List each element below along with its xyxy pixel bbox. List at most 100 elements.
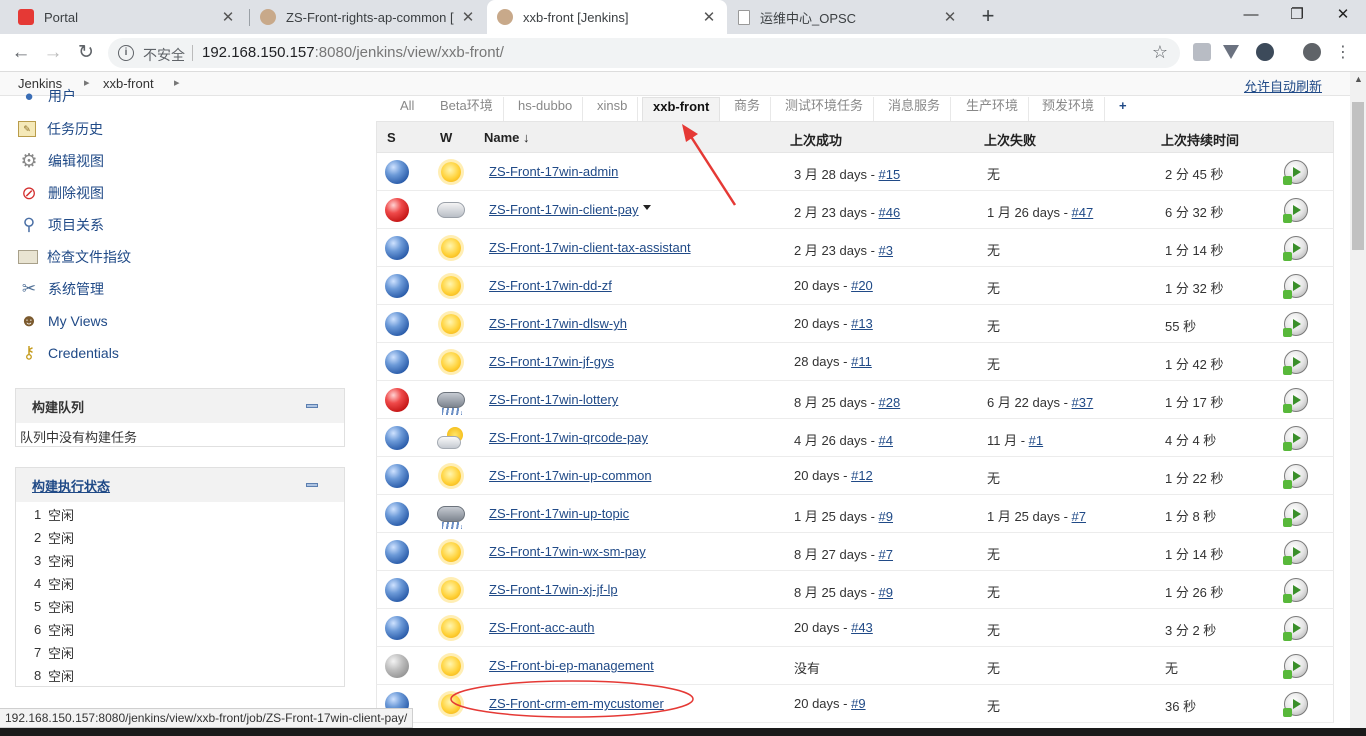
page-scrollbar[interactable]: ▲ (1350, 72, 1366, 736)
minimize-button[interactable]: — (1228, 0, 1274, 30)
browser-tab-opsc[interactable]: 运维中心_OPSC ✕ (728, 0, 968, 34)
collapse-icon[interactable] (306, 404, 318, 408)
build-status-blue-icon[interactable] (385, 350, 409, 374)
close-icon[interactable]: ✕ (460, 8, 476, 26)
job-name-link[interactable]: ZS-Front-17win-client-tax-assistant (489, 240, 691, 255)
build-status-grey-icon[interactable] (385, 654, 409, 678)
weather-cell[interactable] (435, 157, 467, 187)
browser-tab-portal[interactable]: Portal ✕ (8, 0, 246, 34)
sidebar-item-fingerprint[interactable]: 检查文件指纹 (18, 246, 131, 268)
build-status-blue-icon[interactable] (385, 464, 409, 488)
sidebar-item-edit-view[interactable]: ⚙ 编辑视图 (18, 150, 104, 172)
last-failure-build-link[interactable]: #47 (1072, 205, 1094, 220)
close-icon[interactable]: ✕ (701, 8, 717, 26)
weather-cell[interactable] (435, 651, 467, 681)
restore-button[interactable]: ❐ (1274, 0, 1320, 30)
column-header-weather[interactable]: W (440, 130, 452, 145)
browser-tab-rights-ap-common[interactable]: ZS-Front-rights-ap-common [ ✕ (250, 0, 486, 34)
scrollbar-thumb[interactable] (1352, 102, 1364, 250)
weather-cell[interactable] (435, 575, 467, 605)
last-success-build-link[interactable]: #15 (879, 167, 901, 182)
weather-cell[interactable] (435, 233, 467, 263)
collapse-icon[interactable] (306, 483, 318, 487)
profile-avatar-icon[interactable] (1303, 43, 1321, 61)
info-icon[interactable]: i (118, 45, 134, 61)
last-success-build-link[interactable]: #11 (851, 354, 872, 369)
sidebar-item-credentials[interactable]: ⚷ Credentials (18, 342, 119, 364)
last-success-build-link[interactable]: #4 (879, 433, 893, 448)
last-success-build-link[interactable]: #28 (879, 395, 901, 410)
column-header-status[interactable]: S (387, 130, 396, 145)
schedule-build-icon[interactable] (1283, 426, 1308, 451)
sidebar-item-manage-jenkins[interactable]: ✂ 系统管理 (18, 278, 104, 300)
weather-cell[interactable] (435, 613, 467, 643)
job-name-link[interactable]: ZS-Front-17win-dlsw-yh (489, 316, 627, 331)
close-icon[interactable]: ✕ (942, 8, 958, 26)
tab-xxb-front[interactable]: xxb-front (642, 97, 721, 121)
job-name-link[interactable]: ZS-Front-17win-client-pay (489, 202, 639, 217)
weather-cell[interactable] (435, 461, 467, 491)
sidebar-item-users[interactable]: ● 用户 (18, 85, 76, 107)
auto-refresh-link[interactable]: 允许自动刷新 (1244, 76, 1322, 95)
schedule-build-icon[interactable] (1283, 236, 1308, 261)
weather-cell[interactable] (435, 195, 467, 225)
schedule-build-icon[interactable] (1283, 350, 1308, 375)
last-success-build-link[interactable]: #43 (851, 620, 873, 635)
weather-cell[interactable] (435, 385, 467, 415)
job-name-link[interactable]: ZS-Front-17win-up-topic (489, 506, 629, 521)
job-name-link[interactable]: ZS-Front-acc-auth (489, 620, 594, 635)
sidebar-item-delete-view[interactable]: ⊘ 删除视图 (18, 182, 104, 204)
last-success-build-link[interactable]: #9 (879, 509, 893, 524)
build-status-red-icon[interactable] (385, 198, 409, 222)
job-name-link[interactable]: ZS-Front-17win-jf-gys (489, 354, 614, 369)
extension-face-icon[interactable] (1256, 43, 1274, 61)
last-failure-build-link[interactable]: #37 (1072, 395, 1094, 410)
weather-cell[interactable] (435, 271, 467, 301)
browser-tab-xxb-front[interactable]: xxb-front [Jenkins] ✕ (487, 0, 727, 34)
column-header-last-duration[interactable]: 上次持续时间 (1161, 130, 1239, 149)
close-window-button[interactable]: ✕ (1320, 0, 1366, 30)
last-success-build-link[interactable]: #13 (851, 316, 873, 331)
build-status-blue-icon[interactable] (385, 236, 409, 260)
job-name-link[interactable]: ZS-Front-17win-up-common (489, 468, 652, 483)
last-success-build-link[interactable]: #9 (879, 585, 893, 600)
job-name-link[interactable]: ZS-Front-17win-xj-jf-lp (489, 582, 618, 597)
close-icon[interactable]: ✕ (220, 8, 236, 26)
weather-cell[interactable] (435, 499, 467, 529)
build-status-red-icon[interactable] (385, 388, 409, 412)
schedule-build-icon[interactable] (1283, 540, 1308, 565)
scroll-up-icon[interactable]: ▲ (1354, 74, 1363, 84)
job-name-link[interactable]: ZS-Front-17win-qrcode-pay (489, 430, 648, 445)
address-bar[interactable]: i 不安全 192.168.150.157:8080/jenkins/view/… (108, 38, 1180, 68)
sidebar-item-build-history[interactable]: ✎ 任务历史 (18, 118, 103, 140)
tab-message-service[interactable]: 消息服务 (878, 97, 952, 121)
schedule-build-icon[interactable] (1283, 198, 1308, 223)
breadcrumb-arrow-icon[interactable]: ▸ (84, 76, 90, 89)
build-status-blue-icon[interactable] (385, 274, 409, 298)
build-status-blue-icon[interactable] (385, 578, 409, 602)
build-status-blue-icon[interactable] (385, 616, 409, 640)
tab-test-env[interactable]: 测试环境任务 (775, 97, 875, 121)
schedule-build-icon[interactable] (1283, 502, 1308, 527)
last-success-build-link[interactable]: #20 (851, 278, 873, 293)
column-header-last-failure[interactable]: 上次失败 (984, 130, 1036, 149)
tab-business[interactable]: 商务 (724, 97, 772, 121)
build-status-blue-icon[interactable] (385, 502, 409, 526)
menu-kebab-icon[interactable]: ⋮ (1331, 41, 1355, 65)
add-view-button[interactable]: + (1109, 97, 1137, 121)
sidebar-item-project-relationship[interactable]: ⚲ 项目关系 (18, 214, 104, 236)
back-button[interactable]: ← (9, 41, 33, 65)
last-success-build-link[interactable]: #3 (879, 243, 893, 258)
last-failure-build-link[interactable]: #7 (1072, 509, 1086, 524)
schedule-build-icon[interactable] (1283, 654, 1308, 679)
schedule-build-icon[interactable] (1283, 312, 1308, 337)
weather-cell[interactable] (435, 537, 467, 567)
job-name-link[interactable]: ZS-Front-bi-ep-management (489, 658, 654, 673)
schedule-build-icon[interactable] (1283, 388, 1308, 413)
tab-pre-release[interactable]: 预发环境 (1032, 97, 1106, 121)
build-status-blue-icon[interactable] (385, 540, 409, 564)
column-header-name[interactable]: Name ↓ (484, 130, 530, 145)
build-status-blue-icon[interactable] (385, 312, 409, 336)
breadcrumb-xxb-front[interactable]: xxb-front (103, 76, 154, 91)
breadcrumb-arrow-icon[interactable]: ▸ (174, 76, 180, 89)
